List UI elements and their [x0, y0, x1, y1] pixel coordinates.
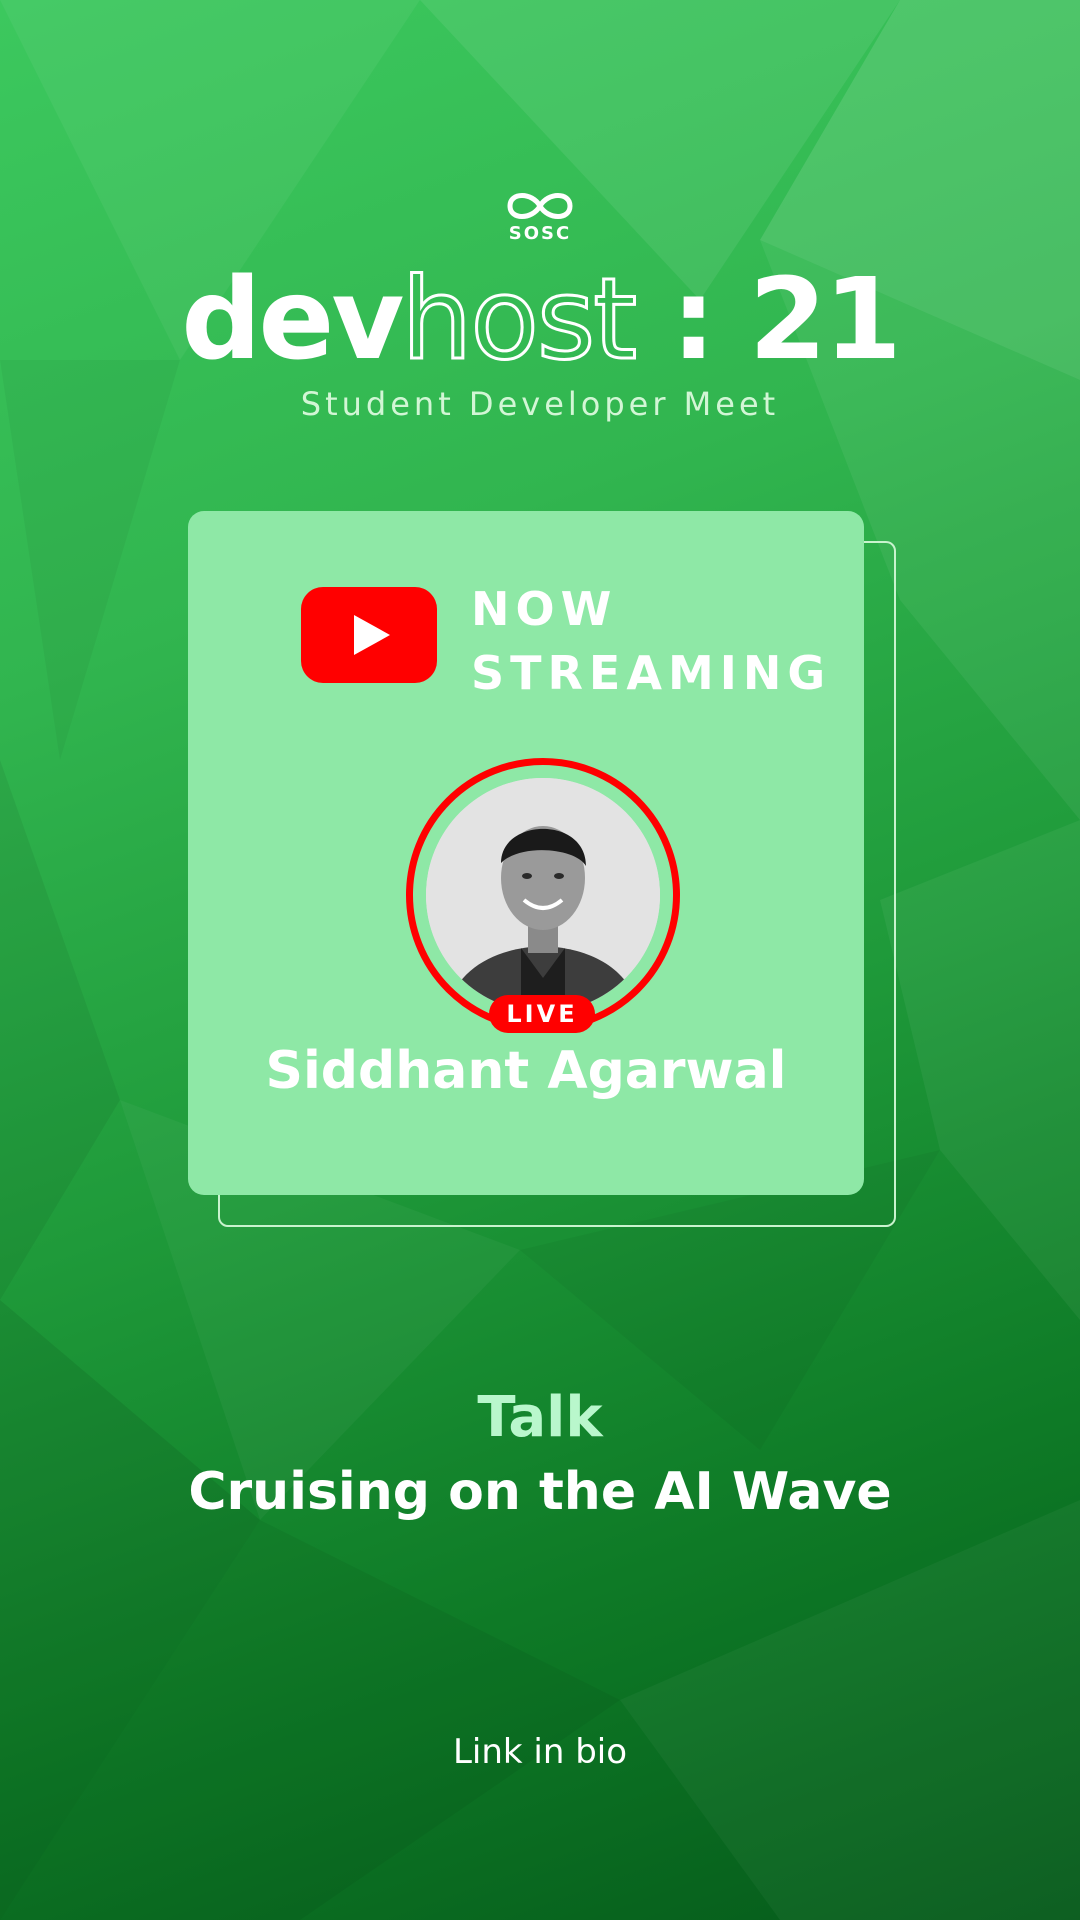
- speaker-photo: [426, 778, 660, 1012]
- sosc-logo: SOSC: [500, 188, 580, 258]
- now-streaming-text: NOW STREAMING: [471, 577, 831, 705]
- now-line: NOW: [471, 582, 618, 636]
- title-host: host: [400, 255, 639, 385]
- avatar-ring: [406, 758, 680, 1032]
- speaker-card: NOW STREAMING LIVE Siddhant Agarwal: [188, 511, 864, 1195]
- link-in-bio: Link in bio: [452, 1732, 628, 1772]
- title-year: : 21: [635, 255, 902, 385]
- play-triangle: [354, 615, 390, 655]
- youtube-play-icon: [301, 587, 437, 683]
- live-badge: LIVE: [489, 995, 595, 1033]
- talk-label: Talk: [477, 1385, 603, 1450]
- event-subtitle: Student Developer Meet: [300, 385, 780, 423]
- speaker-name: Siddhant Agarwal: [265, 1041, 787, 1101]
- logo-text: SOSC: [508, 223, 572, 244]
- title-dev: dev: [181, 255, 404, 385]
- streaming-line: STREAMING: [471, 646, 832, 700]
- event-title: devhost : 21: [0, 259, 1080, 382]
- talk-title: Cruising on the AI Wave: [188, 1462, 892, 1522]
- avatar: [426, 778, 660, 1012]
- sosc-infinity-icon: [507, 193, 573, 219]
